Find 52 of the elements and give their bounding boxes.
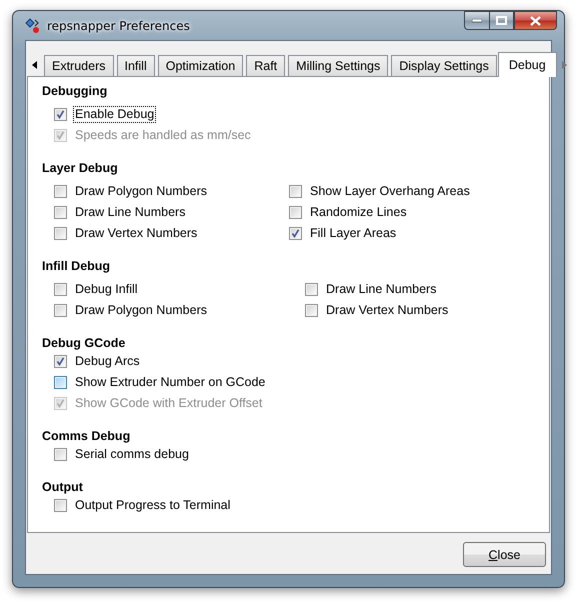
checkbox-label[interactable]: Enable Debug	[73, 106, 156, 123]
tab[interactable]: Raft	[246, 55, 286, 76]
tab[interactable]: Milling Settings	[288, 55, 388, 76]
checkbox[interactable]	[54, 227, 67, 240]
checkbox[interactable]	[54, 185, 67, 198]
checkbox-label[interactable]: Debug Infill	[73, 281, 140, 298]
tab[interactable]: Debug	[498, 52, 557, 77]
checkbox-label[interactable]: Show Extruder Number on GCode	[73, 374, 268, 391]
close-icon	[530, 16, 541, 26]
section-heading: Layer Debug	[42, 160, 119, 176]
section-heading: Output	[42, 479, 84, 495]
checkbox-label[interactable]: Output Progress to Terminal	[73, 497, 232, 514]
checkbox[interactable]	[54, 206, 67, 219]
maximize-icon	[496, 16, 507, 25]
tab[interactable]: Extruders	[44, 55, 114, 76]
checkbox[interactable]	[289, 206, 302, 219]
minimize-icon	[472, 18, 482, 22]
checkbox[interactable]	[54, 304, 67, 317]
checkbox-label[interactable]: Draw Line Numbers	[73, 204, 188, 221]
checkbox[interactable]	[54, 108, 67, 121]
checkbox-label[interactable]: Draw Vertex Numbers	[73, 225, 200, 242]
checkbox-label[interactable]: Debug Arcs	[73, 353, 142, 370]
tab[interactable]: Display Settings	[391, 55, 497, 76]
checkbox-label[interactable]: Draw Polygon Numbers	[73, 302, 209, 319]
section-heading: Comms Debug	[42, 428, 132, 444]
checkbox-label[interactable]: Draw Line Numbers	[324, 281, 438, 298]
tab[interactable]: Infill	[116, 55, 155, 76]
maximize-button[interactable]	[489, 11, 514, 30]
checkbox[interactable]	[54, 283, 67, 296]
app-icon	[25, 18, 41, 34]
checkbox[interactable]	[54, 355, 67, 368]
dialog-button[interactable]: Close	[463, 542, 546, 567]
section-heading: Infill Debug	[42, 258, 112, 274]
close-button[interactable]	[514, 11, 557, 30]
checkbox-label[interactable]: Serial comms debug	[73, 446, 191, 463]
checkbox-label[interactable]: Randomize Lines	[308, 204, 409, 221]
tab[interactable]: Optimization	[158, 55, 244, 76]
section-heading: Debugging	[42, 83, 108, 99]
checkbox[interactable]	[305, 304, 318, 317]
checkbox[interactable]	[289, 227, 302, 240]
checkbox[interactable]	[54, 376, 67, 389]
checkbox-label[interactable]: Fill Layer Areas	[308, 225, 398, 242]
checkbox[interactable]	[305, 283, 318, 296]
checkbox[interactable]	[289, 185, 302, 198]
checkbox[interactable]	[54, 499, 67, 512]
minimize-button[interactable]	[464, 11, 489, 30]
checkbox-label[interactable]: Draw Polygon Numbers	[73, 183, 209, 200]
checkbox-label[interactable]: Show Layer Overhang Areas	[308, 183, 472, 200]
section-heading: Debug GCode	[42, 335, 126, 351]
checkbox-label[interactable]: Draw Vertex Numbers	[324, 302, 450, 319]
checkbox[interactable]	[54, 448, 67, 461]
window-title: repsnapper Preferences	[47, 18, 190, 32]
